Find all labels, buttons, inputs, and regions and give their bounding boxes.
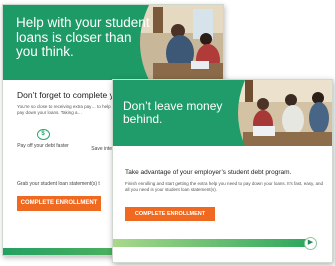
back-hero-banner: Help with your student loans is closer t… xyxy=(3,5,223,80)
front-email-card: Don’t leave money behind. Take advantage… xyxy=(112,79,333,263)
back-hero-title: Help with your student loans is closer t… xyxy=(16,15,150,59)
front-footer-bar xyxy=(113,239,313,247)
front-complete-enrollment-button[interactable]: COMPLETE ENROLLMENT xyxy=(125,207,215,221)
play-circle-icon[interactable]: ▶ xyxy=(304,237,317,250)
front-hero-title: Don’t leave money behind. xyxy=(123,99,223,126)
back-heading: Don’t forget to complete yo xyxy=(17,90,119,100)
back-complete-enrollment-button[interactable]: COMPLETE ENROLLMENT xyxy=(17,196,101,211)
benefit-pay-off: $ Pay off your debt faster xyxy=(13,129,73,169)
back-note-text: Grab your student loan statement(s) t xyxy=(17,181,100,187)
benefit-label: Pay off your debt faster xyxy=(17,143,69,149)
back-body-text: You’re so close to receiving extra pay… … xyxy=(17,104,111,115)
front-hero-banner: Don’t leave money behind. xyxy=(113,80,332,146)
front-heading: Take advantage of your employer’s studen… xyxy=(125,169,292,176)
dollar-circle-icon: $ xyxy=(36,129,50,140)
front-body-text: Finish enrolling and start getting the e… xyxy=(125,181,323,192)
